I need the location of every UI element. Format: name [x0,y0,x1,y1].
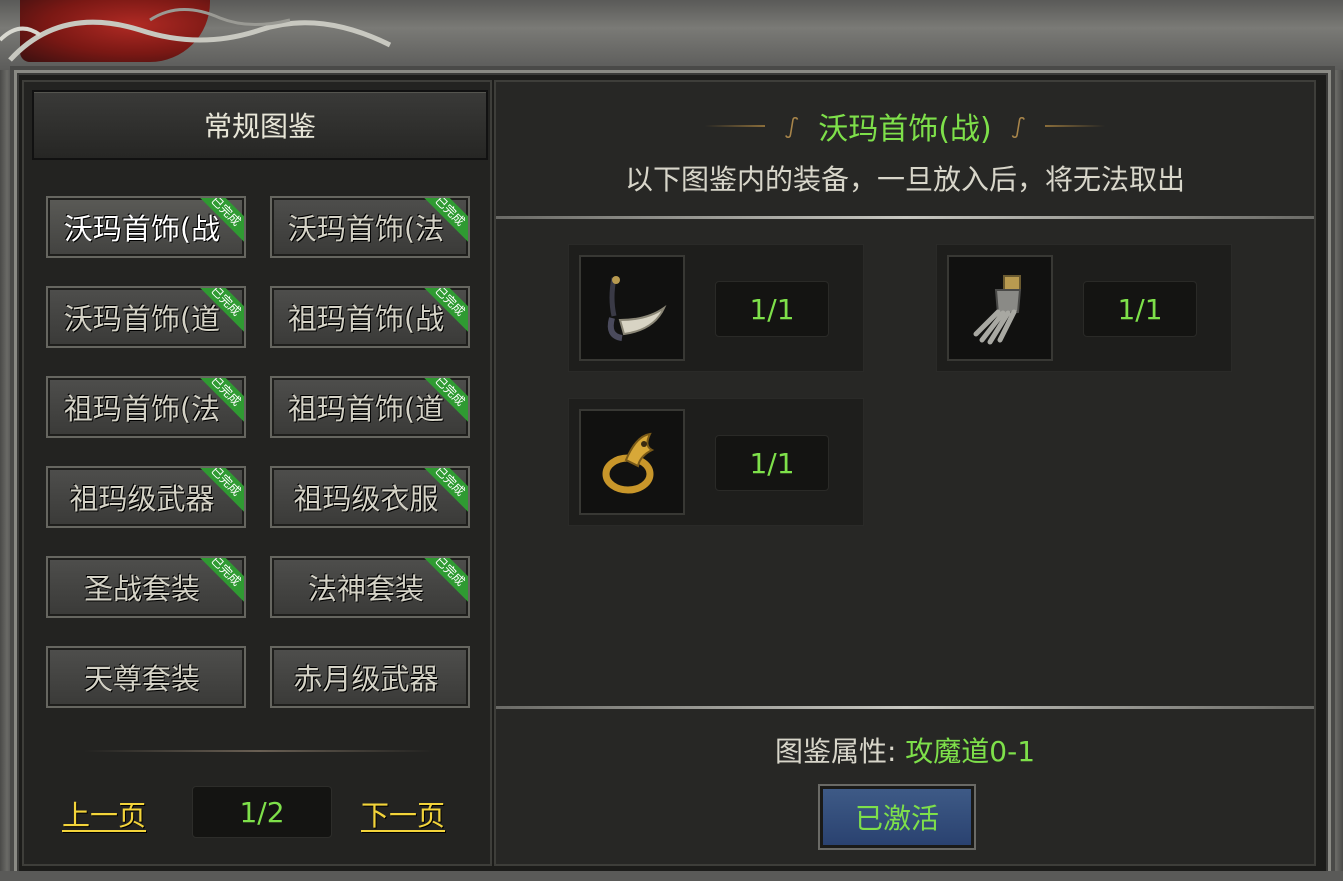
window-left-frame [0,70,14,881]
collection-attribute: 图鉴属性: 攻魔道0-1 [496,730,1314,770]
category-button[interactable]: 沃玛首饰(法 已完成 [270,196,470,258]
window-bottom-frame [0,871,1343,881]
tooth-necklace-icon[interactable] [579,255,685,361]
equipment-slot: 1/1 [936,244,1232,372]
gauntlet-icon[interactable] [947,255,1053,361]
category-button[interactable]: 赤月级武器 [270,646,470,708]
title-row: ഽ 沃玛首饰(战) ഽ [496,104,1314,148]
dragon-ring-icon[interactable] [579,409,685,515]
divider [84,750,434,752]
category-button[interactable]: 法神套装 已完成 [270,556,470,618]
window-top-frame [0,0,1343,70]
category-panel: 常规图鉴 沃玛首饰(战 已完成 沃玛首饰(法 已完成 沃玛首饰(道 已完成 祖玛… [22,80,492,866]
divider [496,216,1314,219]
title-divider-right [1044,125,1105,127]
attribute-value: 攻魔道0-1 [905,735,1036,768]
category-button[interactable]: 沃玛首饰(道 已完成 [46,286,246,348]
collection-title: 沃玛首饰(战) [818,112,992,147]
dragon-ornament-icon [0,8,392,62]
title-divider-left [705,125,766,127]
activate-button[interactable]: 已激活 [820,786,974,848]
category-button[interactable]: 祖玛首饰(道 已完成 [270,376,470,438]
window-right-frame [1329,70,1343,881]
slot-count: 1/1 [1083,281,1197,337]
category-button[interactable]: 沃玛首饰(战 已完成 [46,196,246,258]
attribute-label: 图鉴属性: [774,735,897,768]
category-button[interactable]: 祖玛级武器 已完成 [46,466,246,528]
slot-count: 1/1 [715,281,829,337]
page-indicator: 1/2 [192,786,332,838]
prev-page-link[interactable]: 上一页 [62,794,146,834]
scroll-ornament-icon: ഽ [785,114,799,138]
collection-note: 以下图鉴内的装备，一旦放入后，将无法取出 [624,163,1185,196]
category-button[interactable]: 天尊套装 [46,646,246,708]
next-page-link[interactable]: 下一页 [361,794,445,834]
divider [496,706,1314,709]
category-button[interactable]: 圣战套装 已完成 [46,556,246,618]
slot-count: 1/1 [715,435,829,491]
equipment-slot: 1/1 [568,398,864,526]
category-button[interactable]: 祖玛首饰(战 已完成 [270,286,470,348]
category-button[interactable]: 祖玛首饰(法 已完成 [46,376,246,438]
scroll-ornament-icon: ഽ [1011,114,1025,138]
equipment-slot: 1/1 [568,244,864,372]
category-header: 常规图鉴 [32,90,488,160]
category-button[interactable]: 祖玛级衣服 已完成 [270,466,470,528]
detail-panel: ഽ 沃玛首饰(战) ഽ 以下图鉴内的装备，一旦放入后，将无法取出 1/1 1/1 [494,80,1316,866]
